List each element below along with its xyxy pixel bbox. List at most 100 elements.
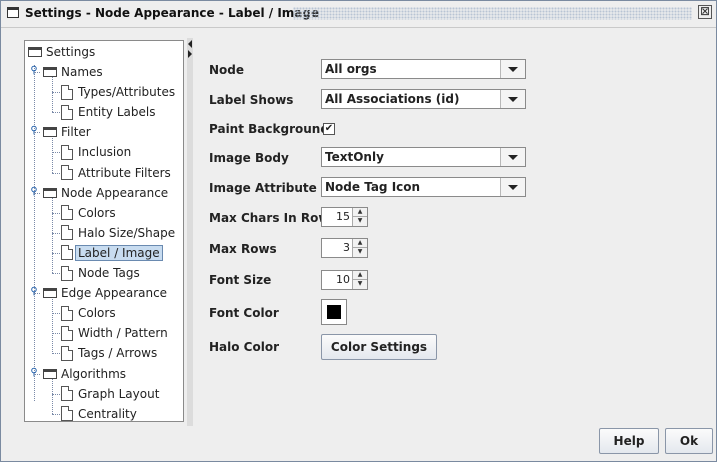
color-settings-button[interactable]: Color Settings — [321, 334, 437, 360]
tree-page-item[interactable]: Entity Labels — [52, 102, 156, 122]
ok-button[interactable]: Ok — [665, 428, 713, 454]
spinner-down-icon[interactable]: ▼ — [353, 248, 367, 257]
tree-line — [52, 152, 60, 154]
image-body-label: Image Body — [209, 151, 289, 165]
spinner-value: 15 — [336, 210, 350, 223]
page-icon — [61, 165, 73, 180]
tree-line — [52, 297, 53, 354]
tree-page-item[interactable]: Graph Layout — [52, 384, 159, 404]
spinner-up-icon[interactable]: ▲ — [353, 271, 367, 280]
tree-page-item[interactable]: Node Tags — [52, 263, 140, 283]
settings-window: Settings - Node Appearance - Label / Ima… — [0, 0, 717, 462]
tree-line — [34, 293, 40, 295]
font-color-swatch-button[interactable] — [321, 299, 347, 325]
font-size-label: Font Size — [209, 273, 272, 287]
tree-folder-item[interactable]: ⚲ Node Appearance — [30, 183, 168, 203]
expand-toggle-icon[interactable]: ⚲ — [30, 66, 38, 76]
settings-tree: Settings ⚲ Names Types/Attributes Entity La… — [24, 40, 184, 422]
spinner-up-icon[interactable]: ▲ — [353, 208, 367, 217]
spinner-up-icon[interactable]: ▲ — [353, 239, 367, 248]
tree-page-item[interactable]: Tags / Arrows — [52, 343, 158, 363]
page-icon — [61, 305, 73, 321]
tree-folder-item[interactable]: ⚲ Edge Appearance — [30, 283, 168, 303]
tree-item-label: Types/Attributes — [78, 85, 176, 100]
image-body-combo-value: TextOnly — [325, 150, 384, 164]
close-icon[interactable]: ⊠ — [698, 5, 712, 19]
tree-line — [52, 353, 60, 355]
tree-line — [34, 132, 40, 134]
spinner-buttons: ▲ ▼ — [352, 239, 367, 257]
tree-item-label: Node Tags — [78, 266, 140, 280]
spinner-value: 10 — [336, 273, 350, 286]
folder-icon — [43, 368, 57, 379]
expand-toggle-icon[interactable]: ⚲ — [30, 367, 38, 377]
tree-folder-item[interactable]: ⚲ Names — [30, 62, 103, 82]
tree-page-item[interactable]: Colors — [52, 203, 116, 223]
tree-folder-item[interactable]: ⚲ Algorithms — [30, 364, 127, 384]
label-shows-combo[interactable]: All Associations (id) — [321, 89, 526, 109]
tree-page-item[interactable]: Attribute Filters — [52, 163, 171, 183]
expand-toggle-icon[interactable]: ⚲ — [30, 126, 38, 136]
halo-color-label: Halo Color — [209, 340, 280, 354]
title-bar[interactable]: Settings - Node Appearance - Label / Ima… — [1, 1, 716, 28]
tree-item-label: Halo Size/Shape — [78, 225, 176, 240]
tree-line — [52, 333, 60, 335]
spinner-buttons: ▲ ▼ — [352, 271, 367, 289]
tree-line — [52, 252, 60, 254]
page-icon — [61, 104, 73, 120]
help-button[interactable]: Help — [599, 428, 659, 454]
label-shows-label: Label Shows — [209, 93, 294, 107]
page-icon — [61, 144, 73, 160]
tree-page-item[interactable]: Halo Size/Shape — [52, 223, 176, 243]
tree-line — [52, 273, 60, 274]
tree-page-item[interactable]: Inclusion — [52, 142, 132, 162]
expand-toggle-icon[interactable]: ⚲ — [30, 287, 38, 297]
max-chars-in-row-label: Max Chars In Row — [209, 211, 330, 225]
tree-line — [52, 212, 60, 214]
tree-root-settings[interactable]: Settings — [28, 42, 95, 62]
tree-item-label: Inclusion — [78, 145, 132, 160]
tree-page-item[interactable]: Label / Image — [52, 243, 163, 263]
tree-item-label: Names — [61, 65, 103, 79]
tree-item-label: Settings — [46, 45, 96, 59]
tree-page-item[interactable]: Types/Attributes — [52, 82, 176, 102]
tree-page-item[interactable]: Width / Pattern — [52, 323, 168, 343]
spinner-down-icon[interactable]: ▼ — [353, 280, 367, 289]
expand-right-icon[interactable] — [188, 50, 192, 58]
max-rows-label: Max Rows — [209, 242, 277, 256]
tree-item-label: Tags / Arrows — [78, 346, 158, 361]
page-icon — [61, 406, 73, 422]
paint-background-checkbox[interactable]: ✔ — [323, 123, 335, 135]
max-chars-in-row-spinner[interactable]: 15 ▲ ▼ — [321, 207, 368, 227]
max-rows-spinner[interactable]: 3 ▲ ▼ — [321, 238, 368, 258]
chevron-down-icon[interactable] — [500, 178, 525, 196]
tree-item-label: Filter — [61, 125, 91, 140]
chevron-down-icon[interactable] — [500, 90, 525, 108]
expand-toggle-icon[interactable]: ⚲ — [30, 186, 38, 196]
image-attribute-label: Image Attribute — [209, 181, 317, 195]
folder-icon — [43, 67, 57, 77]
tree-page-item[interactable]: Centrality — [52, 404, 137, 424]
image-attribute-combo[interactable]: Node Tag Icon — [321, 177, 526, 197]
tree-folder-item[interactable]: ⚲ Filter — [30, 122, 91, 142]
tree-line — [52, 196, 53, 273]
split-pane-divider[interactable] — [187, 38, 193, 426]
tree-line — [52, 313, 60, 315]
chevron-down-icon[interactable] — [500, 60, 525, 78]
chevron-down-icon[interactable] — [500, 148, 525, 166]
tree-item-label: Entity Labels — [78, 105, 156, 120]
spinner-down-icon[interactable]: ▼ — [353, 217, 367, 226]
tree-line — [52, 172, 60, 174]
tree-item-label: Edge Appearance — [61, 286, 168, 301]
collapse-left-icon[interactable] — [188, 40, 192, 48]
font-size-spinner[interactable]: 10 ▲ ▼ — [321, 270, 368, 290]
node-combo[interactable]: All orgs — [321, 59, 526, 79]
node-combo-value: All orgs — [325, 62, 377, 76]
tree-item-label: Colors — [78, 205, 116, 220]
tree-item-label: Algorithms — [61, 366, 127, 381]
tree-line — [52, 232, 60, 234]
tree-page-item[interactable]: Colors — [52, 303, 116, 323]
tree-line — [34, 72, 40, 73]
folder-icon — [43, 288, 57, 299]
image-body-combo[interactable]: TextOnly — [321, 147, 526, 167]
